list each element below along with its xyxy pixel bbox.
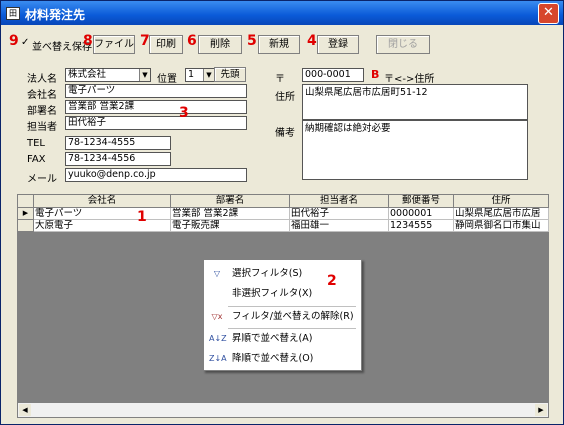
column-header[interactable]: 担当者名 [290, 195, 389, 208]
file-button[interactable]: ファイル [93, 35, 135, 54]
zip-field[interactable]: 000-0001 [302, 68, 364, 82]
memo-field[interactable]: 納期確認は絶対必要 [302, 120, 528, 180]
chevron-down-icon[interactable]: ▼ [139, 69, 150, 81]
menu-item-label: フィルタ/並べ替えの解除(R) [232, 311, 354, 322]
dept-field[interactable]: 営業部 営業2課 [65, 100, 247, 114]
position-head-button[interactable]: 先頭 [214, 67, 246, 82]
print-button[interactable]: 印刷 [149, 35, 183, 54]
dept-label: 部署名 [27, 106, 57, 117]
address-label: 住所 [275, 92, 295, 103]
memo-label: 備考 [275, 128, 295, 139]
marker-6: 6 [187, 33, 197, 49]
company-label: 会社名 [27, 90, 57, 101]
horizontal-scrollbar[interactable]: ◀ ▶ [18, 402, 548, 417]
marker-8: 8 [83, 33, 93, 49]
scroll-left-icon[interactable]: ◀ [19, 404, 31, 416]
scroll-right-icon[interactable]: ▶ [535, 404, 547, 416]
fax-label: FAX [27, 154, 46, 165]
marker-2: 2 [327, 273, 337, 289]
menu-separator [228, 306, 356, 307]
grid-corner [18, 195, 34, 208]
marker-4: 4 [307, 33, 317, 49]
menu-item-label: 非選択フィルタ(X) [232, 288, 313, 299]
column-header[interactable]: 郵便番号 [389, 195, 454, 208]
position-label: 位置 [157, 74, 177, 85]
menu-item-label: 降順で並べ替え(O) [232, 353, 314, 364]
menu-separator [228, 328, 356, 329]
menu-item-label: 選択フィルタ(S) [232, 268, 303, 279]
window-title: 材料発注先 [25, 8, 86, 22]
table-cell[interactable]: 山梨県尾広居市広居 [454, 208, 549, 220]
table-cell[interactable]: 福田雄一 [290, 220, 389, 232]
table-cell[interactable]: 0000001 [389, 208, 454, 220]
menu-item-label: 昇順で並べ替え(A) [232, 333, 313, 344]
close-form-button[interactable]: 閉じる [376, 35, 430, 54]
marker-9: 9 [9, 33, 19, 49]
table-cell[interactable]: 大原電子 [34, 220, 171, 232]
mail-label: メール [27, 174, 57, 185]
position-value: 1 [188, 69, 195, 80]
menu-item-remove-filter-sort[interactable]: ▽x フィルタ/並べ替えの解除(R) [204, 309, 361, 325]
corp-combo[interactable]: 株式会社 ▼ [65, 68, 151, 82]
table-cell[interactable]: 静岡県御名口市集山 [454, 220, 549, 232]
sort-save-checkbox[interactable]: ✓ [21, 37, 29, 48]
person-field[interactable]: 田代裕子 [65, 116, 247, 130]
zip-swap-label[interactable]: 〒<->住所 [384, 70, 434, 85]
title-bar: 田 材料発注先 ✕ [1, 1, 563, 25]
zip-label: 〒 [275, 74, 285, 85]
table-cell[interactable]: 電子販売課 [171, 220, 290, 232]
marker-5: 5 [247, 33, 257, 49]
app-icon: 田 [6, 7, 20, 20]
row-selector[interactable] [18, 220, 34, 232]
menu-item-filter-by-selection[interactable]: ▽ 選択フィルタ(S) [204, 266, 361, 282]
chevron-down-icon[interactable]: ▼ [203, 69, 214, 81]
new-button[interactable]: 新規 [258, 35, 300, 54]
zip-swap-icon[interactable]: B [371, 68, 379, 81]
marker-3: 3 [179, 105, 189, 121]
marker-1: 1 [137, 209, 147, 225]
column-header[interactable]: 会社名 [34, 195, 171, 208]
corp-value: 株式会社 [68, 69, 107, 80]
sort-ascending-icon: A↓Z [209, 334, 227, 343]
sort-descending-icon: Z↓A [209, 354, 227, 363]
table-cell[interactable]: 営業部 営業2課 [171, 208, 290, 220]
row-selector[interactable]: ▶ [18, 208, 34, 220]
funnel-select-icon: ▽ [213, 269, 221, 278]
tel-field[interactable]: 78-1234-4555 [65, 136, 171, 150]
main-window: 田 材料発注先 ✕ 9 ✓ 並べ替え保存 8 ファイル 7 印刷 6 削除 5 … [0, 0, 564, 425]
funnel-clear-icon: ▽x [211, 312, 223, 321]
register-button[interactable]: 登録 [317, 35, 359, 54]
fax-field[interactable]: 78-1234-4556 [65, 152, 171, 166]
delete-button[interactable]: 削除 [198, 35, 242, 54]
table-cell[interactable]: 電子パーツ [34, 208, 171, 220]
tel-label: TEL [27, 138, 45, 149]
menu-item-filter-excluding-selection[interactable]: 非選択フィルタ(X) [204, 286, 361, 302]
mail-field[interactable]: yuuko@denp.co.jp [65, 168, 247, 182]
corp-label: 法人名 [27, 74, 57, 85]
table-cell[interactable]: 田代裕子 [290, 208, 389, 220]
close-window-button[interactable]: ✕ [538, 3, 559, 24]
context-menu: ▽ 選択フィルタ(S) 非選択フィルタ(X) ▽x フィルタ/並べ替えの解除(R… [203, 259, 362, 371]
position-combo[interactable]: 1 ▼ [185, 68, 215, 82]
menu-item-sort-ascending[interactable]: A↓Z 昇順で並べ替え(A) [204, 331, 361, 347]
person-label: 担当者 [27, 122, 57, 133]
column-header[interactable]: 部署名 [171, 195, 290, 208]
address-field[interactable]: 山梨県尾広居市広居町51-12 [302, 84, 528, 120]
menu-item-sort-descending[interactable]: Z↓A 降順で並べ替え(O) [204, 351, 361, 367]
column-header[interactable]: 住所 [454, 195, 548, 208]
company-field[interactable]: 電子パーツ [65, 84, 247, 98]
table-cell[interactable]: 1234555 [389, 220, 454, 232]
